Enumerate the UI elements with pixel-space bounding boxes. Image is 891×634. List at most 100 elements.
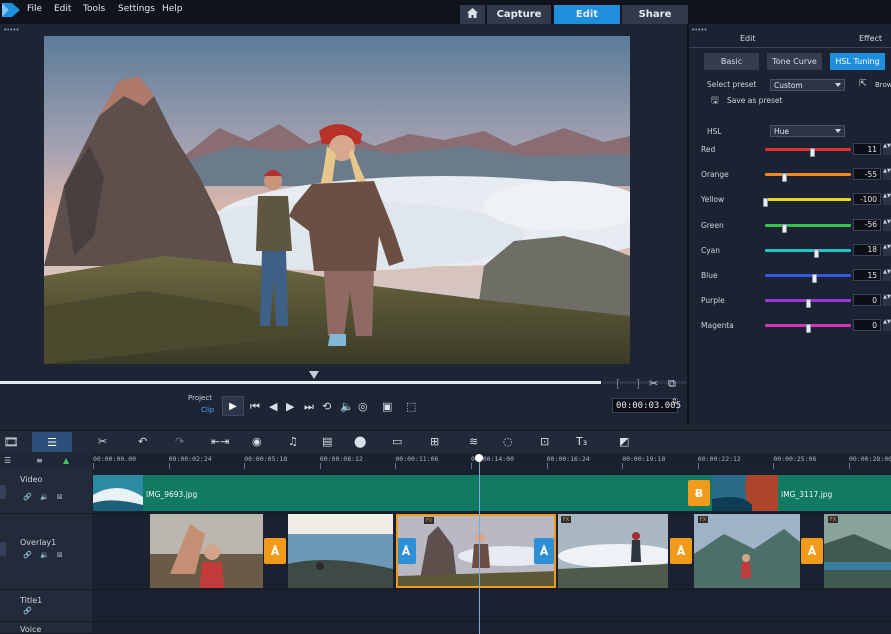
clip-mode-label[interactable]: Clip	[201, 406, 214, 414]
3d-title-icon[interactable]: T₃	[576, 435, 587, 448]
aspect-ratio-icon[interactable]: ▣	[382, 400, 392, 413]
transition-icon[interactable]: Å	[398, 538, 416, 564]
track-voice[interactable]	[92, 622, 891, 634]
slider-track[interactable]	[765, 148, 851, 157]
hsl-mode-dropdown[interactable]: Hue	[770, 125, 845, 137]
record-capture-icon[interactable]: ◉	[252, 435, 262, 448]
save-as-preset-link[interactable]: Save as preset	[727, 96, 782, 105]
track-lock-icon[interactable]	[0, 485, 6, 499]
slider-value-field[interactable]: -100	[853, 193, 881, 206]
overlay-clip[interactable]: FX	[558, 514, 668, 588]
fullscreen-icon[interactable]: ⬚	[406, 400, 416, 413]
slider-value-field[interactable]: 18	[853, 243, 881, 256]
list-options-icon[interactable]: ≡	[36, 456, 43, 465]
sound-mixer-icon[interactable]: ♫	[288, 435, 298, 448]
redo-icon[interactable]: ↷	[175, 435, 184, 448]
timecode-spinner-icon[interactable]: ⇕	[671, 397, 678, 406]
spinner-icon[interactable]: ▲▼	[883, 294, 891, 307]
basic-button[interactable]: Basic	[704, 53, 759, 70]
transition-icon[interactable]: Å	[801, 538, 823, 564]
preset-dropdown[interactable]: Custom	[770, 79, 845, 91]
transition-icon[interactable]: Å	[670, 538, 692, 564]
spinner-icon[interactable]: ▲▼	[883, 168, 891, 181]
scrub-handle[interactable]	[309, 371, 319, 379]
slider-track[interactable]	[765, 248, 851, 258]
slider-track[interactable]	[765, 223, 851, 233]
tone-curve-button[interactable]: Tone Curve	[767, 53, 822, 70]
slider-handle[interactable]	[781, 173, 787, 183]
spinner-icon[interactable]: ▲▼	[883, 218, 891, 231]
project-mode-label[interactable]: Project	[188, 394, 212, 402]
skip-end-icon[interactable]: ⏭	[304, 400, 314, 414]
video-clip[interactable]: Ƀ IMG_3117.jpg	[688, 475, 891, 511]
slider-handle[interactable]	[781, 223, 787, 233]
tab-edit-options[interactable]: Edit	[740, 34, 756, 43]
add-marker-icon[interactable]: ▲	[63, 456, 69, 465]
track-header-voice[interactable]: Voice	[0, 622, 92, 634]
scissors-icon[interactable]: ✂	[649, 377, 658, 390]
slider-handle[interactable]	[806, 299, 811, 309]
mark-in-out-icon[interactable]: [ ]	[616, 377, 646, 390]
pan-zoom-icon[interactable]: ⊡	[540, 435, 549, 448]
preview-window[interactable]	[44, 36, 630, 364]
track-lock-icon[interactable]	[0, 542, 6, 556]
save-icon[interactable]: 🖫	[711, 93, 719, 109]
slider-value-field[interactable]: 11	[853, 143, 881, 155]
timeline-view-button[interactable]: ☰	[32, 432, 72, 452]
menu-help[interactable]: Help	[162, 4, 183, 14]
slider-track[interactable]	[763, 198, 851, 208]
copy-icon[interactable]: ⧉	[668, 377, 676, 391]
menu-tools[interactable]: Tools	[83, 4, 105, 14]
tab-edit[interactable]: Edit	[554, 5, 620, 24]
overlay-clip[interactable]: FX	[824, 514, 891, 588]
slider-value-field[interactable]: 0	[853, 294, 881, 307]
step-back-icon[interactable]: ◀︎	[269, 400, 277, 413]
tab-capture[interactable]: Capture	[487, 5, 551, 24]
subtitle-editor-icon[interactable]: ▭	[392, 435, 402, 448]
slider-handle[interactable]	[813, 248, 819, 258]
multi-camera-icon[interactable]: ⊞	[430, 435, 439, 448]
transition-icon[interactable]: Ƀ	[688, 480, 710, 506]
split-screen-icon[interactable]: ◩	[619, 435, 629, 448]
home-tab[interactable]	[460, 5, 485, 24]
tab-effect-options[interactable]: Effect	[859, 34, 882, 43]
browse-label[interactable]: Brow	[875, 81, 891, 89]
track-title[interactable]	[92, 590, 891, 622]
overlay-clip[interactable]	[288, 514, 393, 588]
track-manager-icon[interactable]: ☰	[4, 456, 11, 465]
overlay-clip-selected[interactable]: Å Å FX	[396, 514, 556, 588]
slider-track[interactable]	[765, 274, 851, 283]
track-header-overlay[interactable]: Overlay1 🔗 🔉 ⊠	[0, 514, 92, 590]
spinner-icon[interactable]: ▲▼	[883, 319, 891, 332]
browse-icon[interactable]: ⇱	[859, 79, 867, 89]
track-header-title[interactable]: Title1 🔗	[0, 590, 92, 622]
auto-music-icon[interactable]: ▤	[322, 435, 332, 448]
transition-icon[interactable]: Å	[534, 538, 554, 564]
time-remapping-icon[interactable]: ≋	[469, 435, 478, 448]
spinner-icon[interactable]: ▲▼	[883, 193, 891, 206]
menu-file[interactable]: File	[27, 4, 42, 14]
skip-start-icon[interactable]: ⏮	[250, 400, 260, 414]
overlay-clip[interactable]	[150, 514, 263, 588]
track-controls-icons[interactable]: 🔗 🔉 ⊠	[23, 551, 66, 559]
timeline-ruler[interactable]: ☰ ≡ ▲ 00:00:00.00 00:00:02:24 00:00:05:18 0…	[0, 453, 891, 469]
track-link-icon[interactable]: 🔗	[23, 607, 35, 615]
slider-track[interactable]	[765, 299, 851, 309]
slider-value-field[interactable]: 0	[853, 319, 881, 332]
slider-value-field[interactable]: -55	[853, 168, 881, 181]
volume-icon[interactable]: 🔈	[340, 400, 354, 413]
overlay-clip[interactable]: FX	[694, 514, 800, 588]
spinner-icon[interactable]: ▲▼	[883, 143, 891, 155]
track-header-video[interactable]: Video 🔗 🔉 ⊠	[0, 469, 92, 514]
step-forward-icon[interactable]: ▶︎	[286, 400, 294, 413]
tab-share[interactable]: Share	[622, 5, 688, 24]
undo-icon[interactable]: ↶	[138, 435, 147, 448]
spinner-icon[interactable]: ▲▼	[883, 269, 891, 281]
slider-handle[interactable]	[810, 148, 816, 157]
hsl-tuning-button[interactable]: HSL Tuning	[830, 53, 885, 70]
slider-value-field[interactable]: -56	[853, 218, 881, 231]
video-clip[interactable]: IMG_9693.jpg	[93, 475, 688, 511]
slider-handle[interactable]	[806, 324, 811, 334]
slider-handle[interactable]	[812, 274, 818, 283]
slider-track[interactable]	[765, 324, 851, 334]
